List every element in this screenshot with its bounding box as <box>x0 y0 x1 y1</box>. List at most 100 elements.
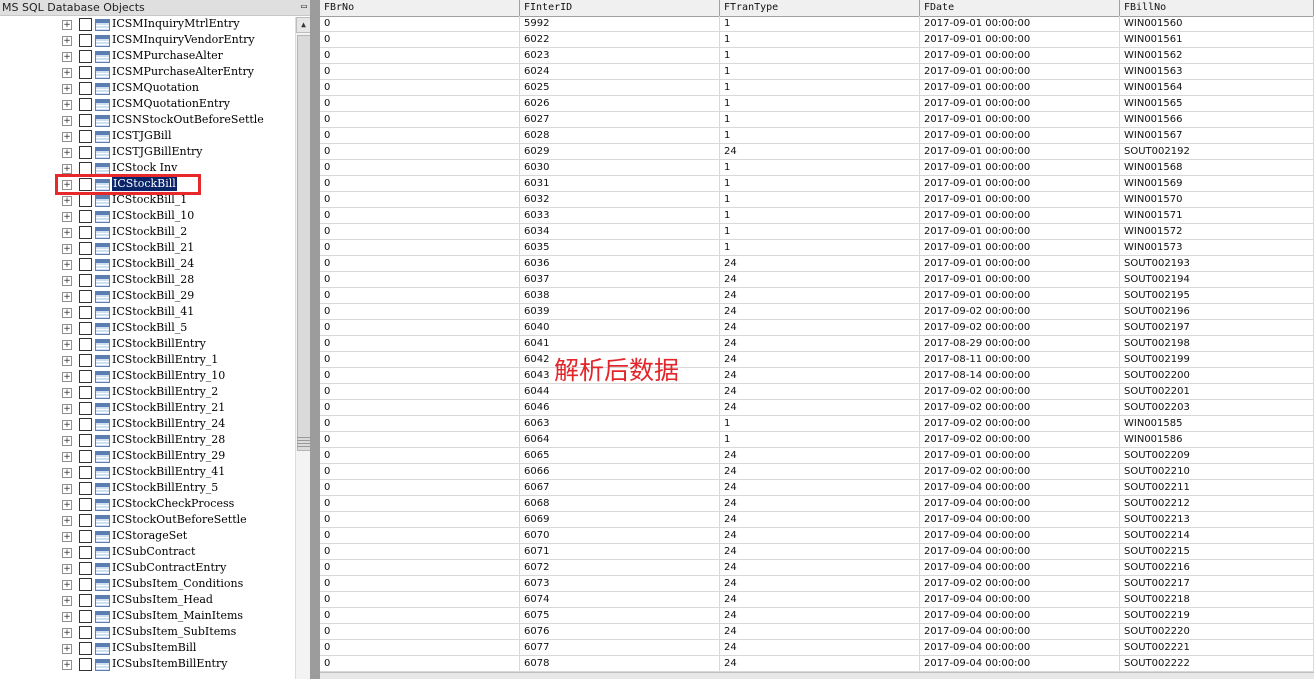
table-cell[interactable]: 0 <box>320 304 520 320</box>
table-cell[interactable]: WIN001566 <box>1120 112 1314 128</box>
table-row[interactable]: 0 6068 24 2017-09-04 00:00:00 SOUT002212 <box>320 496 1314 512</box>
table-cell[interactable]: 0 <box>320 400 520 416</box>
table-cell[interactable]: WIN001562 <box>1120 48 1314 64</box>
table-row[interactable]: 0 6069 24 2017-09-04 00:00:00 SOUT002213 <box>320 512 1314 528</box>
tree-item[interactable]: + ICSubsItemBillEntry <box>0 657 295 673</box>
table-cell[interactable]: 0 <box>320 128 520 144</box>
table-cell[interactable]: 6040 <box>520 320 720 336</box>
table-cell[interactable]: SOUT002196 <box>1120 304 1314 320</box>
table-cell[interactable]: SOUT002193 <box>1120 256 1314 272</box>
table-cell[interactable]: 6033 <box>520 208 720 224</box>
expand-icon[interactable]: + <box>62 356 72 366</box>
table-cell[interactable]: 24 <box>720 352 920 368</box>
table-cell[interactable]: 6072 <box>520 560 720 576</box>
item-checkbox[interactable] <box>79 242 92 255</box>
tree-item[interactable]: + ICStockBill_29 <box>0 289 295 305</box>
table-cell[interactable]: 1 <box>720 240 920 256</box>
expand-icon[interactable]: + <box>62 404 72 414</box>
table-cell[interactable]: 0 <box>320 352 520 368</box>
table-cell[interactable]: 0 <box>320 16 520 32</box>
table-cell[interactable]: 1 <box>720 16 920 32</box>
table-cell[interactable]: SOUT002210 <box>1120 464 1314 480</box>
table-cell[interactable]: SOUT002194 <box>1120 272 1314 288</box>
table-row[interactable]: 0 6076 24 2017-09-04 00:00:00 SOUT002220 <box>320 624 1314 640</box>
item-checkbox[interactable] <box>79 82 92 95</box>
item-checkbox[interactable] <box>79 146 92 159</box>
table-cell[interactable]: 0 <box>320 496 520 512</box>
table-cell[interactable]: 1 <box>720 112 920 128</box>
tree-item[interactable]: + ICStockBill_5 <box>0 321 295 337</box>
table-row[interactable]: 0 6074 24 2017-09-04 00:00:00 SOUT002218 <box>320 592 1314 608</box>
expand-icon[interactable]: + <box>62 212 72 222</box>
table-row[interactable]: 0 6072 24 2017-09-04 00:00:00 SOUT002216 <box>320 560 1314 576</box>
tree-item[interactable]: + ICStockBillEntry_10 <box>0 369 295 385</box>
expand-icon[interactable]: + <box>62 436 72 446</box>
tree-item[interactable]: + ICSTJGBillEntry <box>0 145 295 161</box>
table-cell[interactable]: 2017-09-01 00:00:00 <box>920 80 1120 96</box>
item-checkbox[interactable] <box>79 546 92 559</box>
table-cell[interactable]: 0 <box>320 32 520 48</box>
expand-icon[interactable]: + <box>62 340 72 350</box>
table-cell[interactable]: 24 <box>720 336 920 352</box>
table-cell[interactable]: 2017-08-29 00:00:00 <box>920 336 1120 352</box>
tree-item[interactable]: + ICSubsItem_Head <box>0 593 295 609</box>
item-checkbox[interactable] <box>79 50 92 63</box>
table-row[interactable]: 0 6027 1 2017-09-01 00:00:00 WIN001566 <box>320 112 1314 128</box>
table-cell[interactable]: 2017-09-02 00:00:00 <box>920 432 1120 448</box>
tree-item[interactable]: + ICStockBill_41 <box>0 305 295 321</box>
table-cell[interactable]: 2017-08-14 00:00:00 <box>920 368 1120 384</box>
table-cell[interactable]: 2017-09-01 00:00:00 <box>920 64 1120 80</box>
table-row[interactable]: 0 6031 1 2017-09-01 00:00:00 WIN001569 <box>320 176 1314 192</box>
table-cell[interactable]: WIN001560 <box>1120 16 1314 32</box>
table-cell[interactable]: 2017-09-01 00:00:00 <box>920 448 1120 464</box>
table-cell[interactable]: 2017-09-01 00:00:00 <box>920 144 1120 160</box>
table-cell[interactable]: WIN001564 <box>1120 80 1314 96</box>
expand-icon[interactable]: + <box>62 388 72 398</box>
table-cell[interactable]: WIN001585 <box>1120 416 1314 432</box>
table-cell[interactable]: 2017-09-01 00:00:00 <box>920 32 1120 48</box>
table-cell[interactable]: 0 <box>320 480 520 496</box>
expand-icon[interactable]: + <box>62 516 72 526</box>
table-cell[interactable]: 2017-09-01 00:00:00 <box>920 256 1120 272</box>
table-cell[interactable]: WIN001572 <box>1120 224 1314 240</box>
table-cell[interactable]: 1 <box>720 416 920 432</box>
table-row[interactable]: 0 6078 24 2017-09-04 00:00:00 SOUT002222 <box>320 656 1314 672</box>
table-cell[interactable]: 24 <box>720 624 920 640</box>
tree-item[interactable]: + ICStockBill_21 <box>0 241 295 257</box>
table-cell[interactable]: SOUT002222 <box>1120 656 1314 672</box>
tree-item[interactable]: + ICSNStockOutBeforeSettle <box>0 113 295 129</box>
table-cell[interactable]: 0 <box>320 80 520 96</box>
table-cell[interactable]: 6069 <box>520 512 720 528</box>
table-cell[interactable]: 0 <box>320 368 520 384</box>
table-row[interactable]: 0 6070 24 2017-09-04 00:00:00 SOUT002214 <box>320 528 1314 544</box>
item-checkbox[interactable] <box>79 226 92 239</box>
table-cell[interactable]: 2017-09-01 00:00:00 <box>920 224 1120 240</box>
table-cell[interactable]: SOUT002211 <box>1120 480 1314 496</box>
table-cell[interactable]: 24 <box>720 288 920 304</box>
table-cell[interactable]: 0 <box>320 96 520 112</box>
table-cell[interactable]: 2017-09-02 00:00:00 <box>920 304 1120 320</box>
tree-item[interactable]: + ICStockBillEntry_21 <box>0 401 295 417</box>
tree-item[interactable]: + ICStockBillEntry_41 <box>0 465 295 481</box>
table-cell[interactable]: 2017-09-04 00:00:00 <box>920 608 1120 624</box>
table-row[interactable]: 0 6071 24 2017-09-04 00:00:00 SOUT002215 <box>320 544 1314 560</box>
tree-item[interactable]: + ICSMQuotationEntry <box>0 97 295 113</box>
table-row[interactable]: 0 6033 1 2017-09-01 00:00:00 WIN001571 <box>320 208 1314 224</box>
table-cell[interactable]: 6046 <box>520 400 720 416</box>
tree-item[interactable]: + ICStockBillEntry_5 <box>0 481 295 497</box>
item-checkbox[interactable] <box>79 498 92 511</box>
table-cell[interactable]: 1 <box>720 64 920 80</box>
expand-icon[interactable]: + <box>62 596 72 606</box>
tree-item[interactable]: + ICStockCheckProcess <box>0 497 295 513</box>
tree-item[interactable]: + ICStockBill_24 <box>0 257 295 273</box>
table-cell[interactable]: WIN001561 <box>1120 32 1314 48</box>
table-cell[interactable]: 2017-09-04 00:00:00 <box>920 640 1120 656</box>
tree-item[interactable]: + ICStockBill_2 <box>0 225 295 241</box>
table-cell[interactable]: 6032 <box>520 192 720 208</box>
table-row[interactable]: 0 6065 24 2017-09-01 00:00:00 SOUT002209 <box>320 448 1314 464</box>
table-cell[interactable]: 6071 <box>520 544 720 560</box>
table-cell[interactable]: 0 <box>320 416 520 432</box>
scroll-thumb[interactable] <box>297 35 311 451</box>
item-checkbox[interactable] <box>79 418 92 431</box>
item-checkbox[interactable] <box>79 466 92 479</box>
